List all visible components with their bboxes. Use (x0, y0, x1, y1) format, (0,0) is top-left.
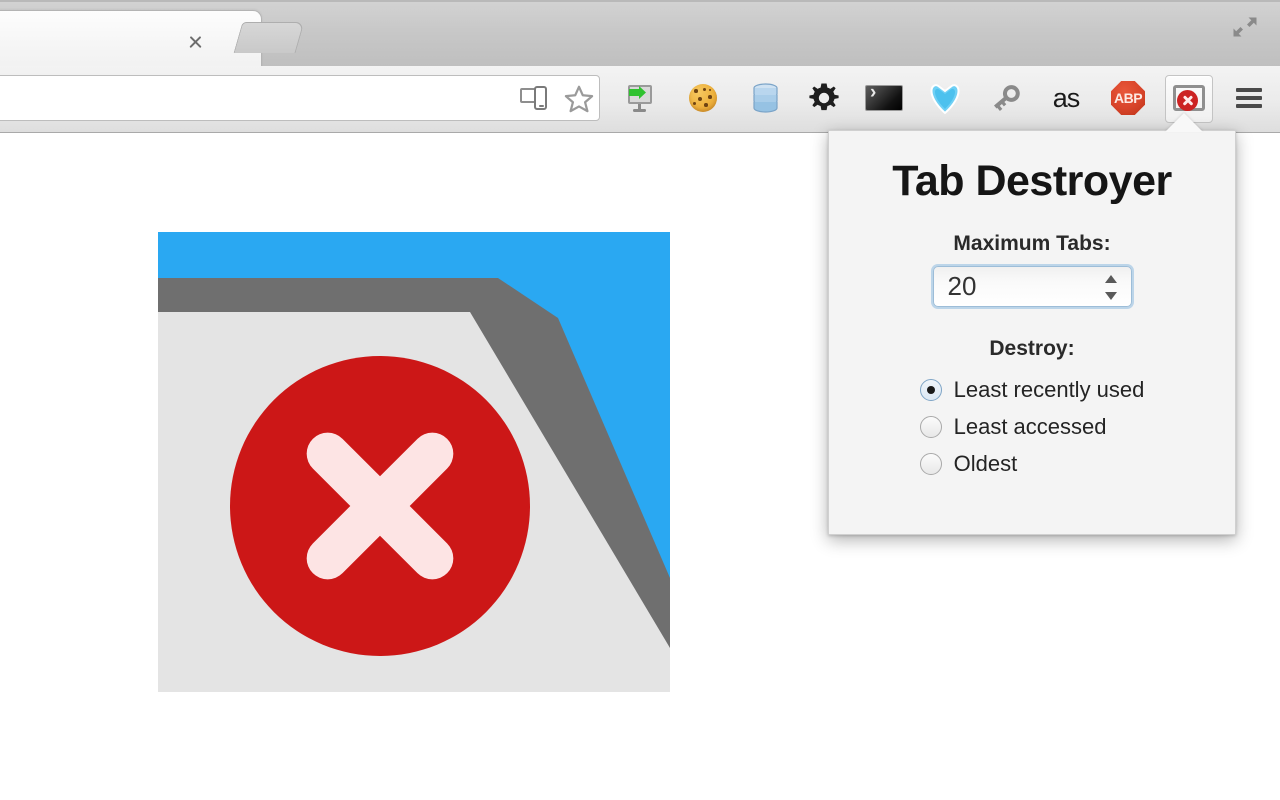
radio-least-accessed[interactable]: Least accessed (919, 408, 1145, 445)
radio-unselected-icon[interactable] (919, 452, 942, 475)
radio-least-recently-used[interactable]: Least recently used (919, 371, 1145, 408)
stepper-down-icon[interactable] (1104, 292, 1117, 300)
radio-oldest[interactable]: Oldest (919, 445, 1145, 482)
adblock-icon[interactable]: ABP (1105, 72, 1151, 124)
max-tabs-label: Maximum Tabs: (953, 232, 1111, 255)
window-maximize-icon[interactable] (1228, 12, 1262, 42)
gear-icon[interactable] (801, 72, 847, 124)
bookmark-star-icon[interactable] (556, 72, 602, 124)
database-icon[interactable] (742, 72, 788, 124)
key-glyph (993, 85, 1020, 111)
database-glyph (752, 83, 778, 113)
diamond-icon[interactable] (922, 72, 968, 124)
cookie-glyph (689, 84, 717, 112)
omnibox[interactable] (0, 75, 600, 121)
hamburger-icon (1236, 88, 1262, 108)
browser-window: as ABP Tab Destroyer Maximum Tabs: 20 (0, 0, 1280, 800)
terminal-icon[interactable] (861, 72, 907, 124)
cast-icon[interactable] (617, 72, 663, 124)
tab-destroyer-glyph (1173, 85, 1205, 113)
tabstrip-top-edge (0, 0, 1280, 2)
radio-label: Least recently used (953, 376, 1145, 402)
tab-close-icon[interactable] (186, 33, 204, 51)
terminal-glyph (865, 82, 903, 111)
lastfm-icon[interactable]: as (1043, 72, 1089, 124)
radio-selected-icon[interactable] (919, 378, 942, 401)
gear-glyph (809, 83, 839, 111)
radio-label: Oldest (953, 450, 1018, 476)
key-icon[interactable] (983, 72, 1029, 124)
chrome-menu-button[interactable] (1226, 72, 1272, 124)
devices-icon[interactable] (512, 72, 558, 124)
stepper-up-icon[interactable] (1104, 275, 1117, 283)
logo-destroy-badge (230, 356, 530, 656)
max-tabs-stepper[interactable]: 20 (932, 266, 1132, 307)
stepper-arrows-icon[interactable] (1104, 275, 1117, 300)
max-tabs-value[interactable]: 20 (948, 271, 977, 302)
star-glyph (564, 85, 594, 112)
popup-title: Tab Destroyer (892, 157, 1172, 205)
browser-tab-active[interactable] (0, 10, 262, 66)
adblock-label: ABP (1113, 90, 1143, 106)
adblock-glyph: ABP (1111, 81, 1145, 115)
cast-glyph (628, 85, 652, 112)
devices-glyph (520, 86, 550, 110)
destroy-radio-group: Least recently used Least accessed Oldes… (919, 371, 1145, 482)
radio-label: Least accessed (953, 413, 1107, 439)
cookie-icon[interactable] (680, 72, 726, 124)
destroy-group-label: Destroy: (989, 337, 1075, 360)
tab-destroyer-popup: Tab Destroyer Maximum Tabs: 20 Destroy: … (828, 130, 1236, 535)
new-tab-button[interactable] (233, 22, 305, 53)
lastfm-label: as (1052, 82, 1081, 113)
tab-strip (0, 0, 1280, 66)
radio-unselected-icon[interactable] (919, 415, 942, 438)
popup-pointer-arrow (1165, 113, 1203, 132)
diamond-glyph (930, 84, 960, 114)
promo-logo-image (158, 232, 670, 692)
